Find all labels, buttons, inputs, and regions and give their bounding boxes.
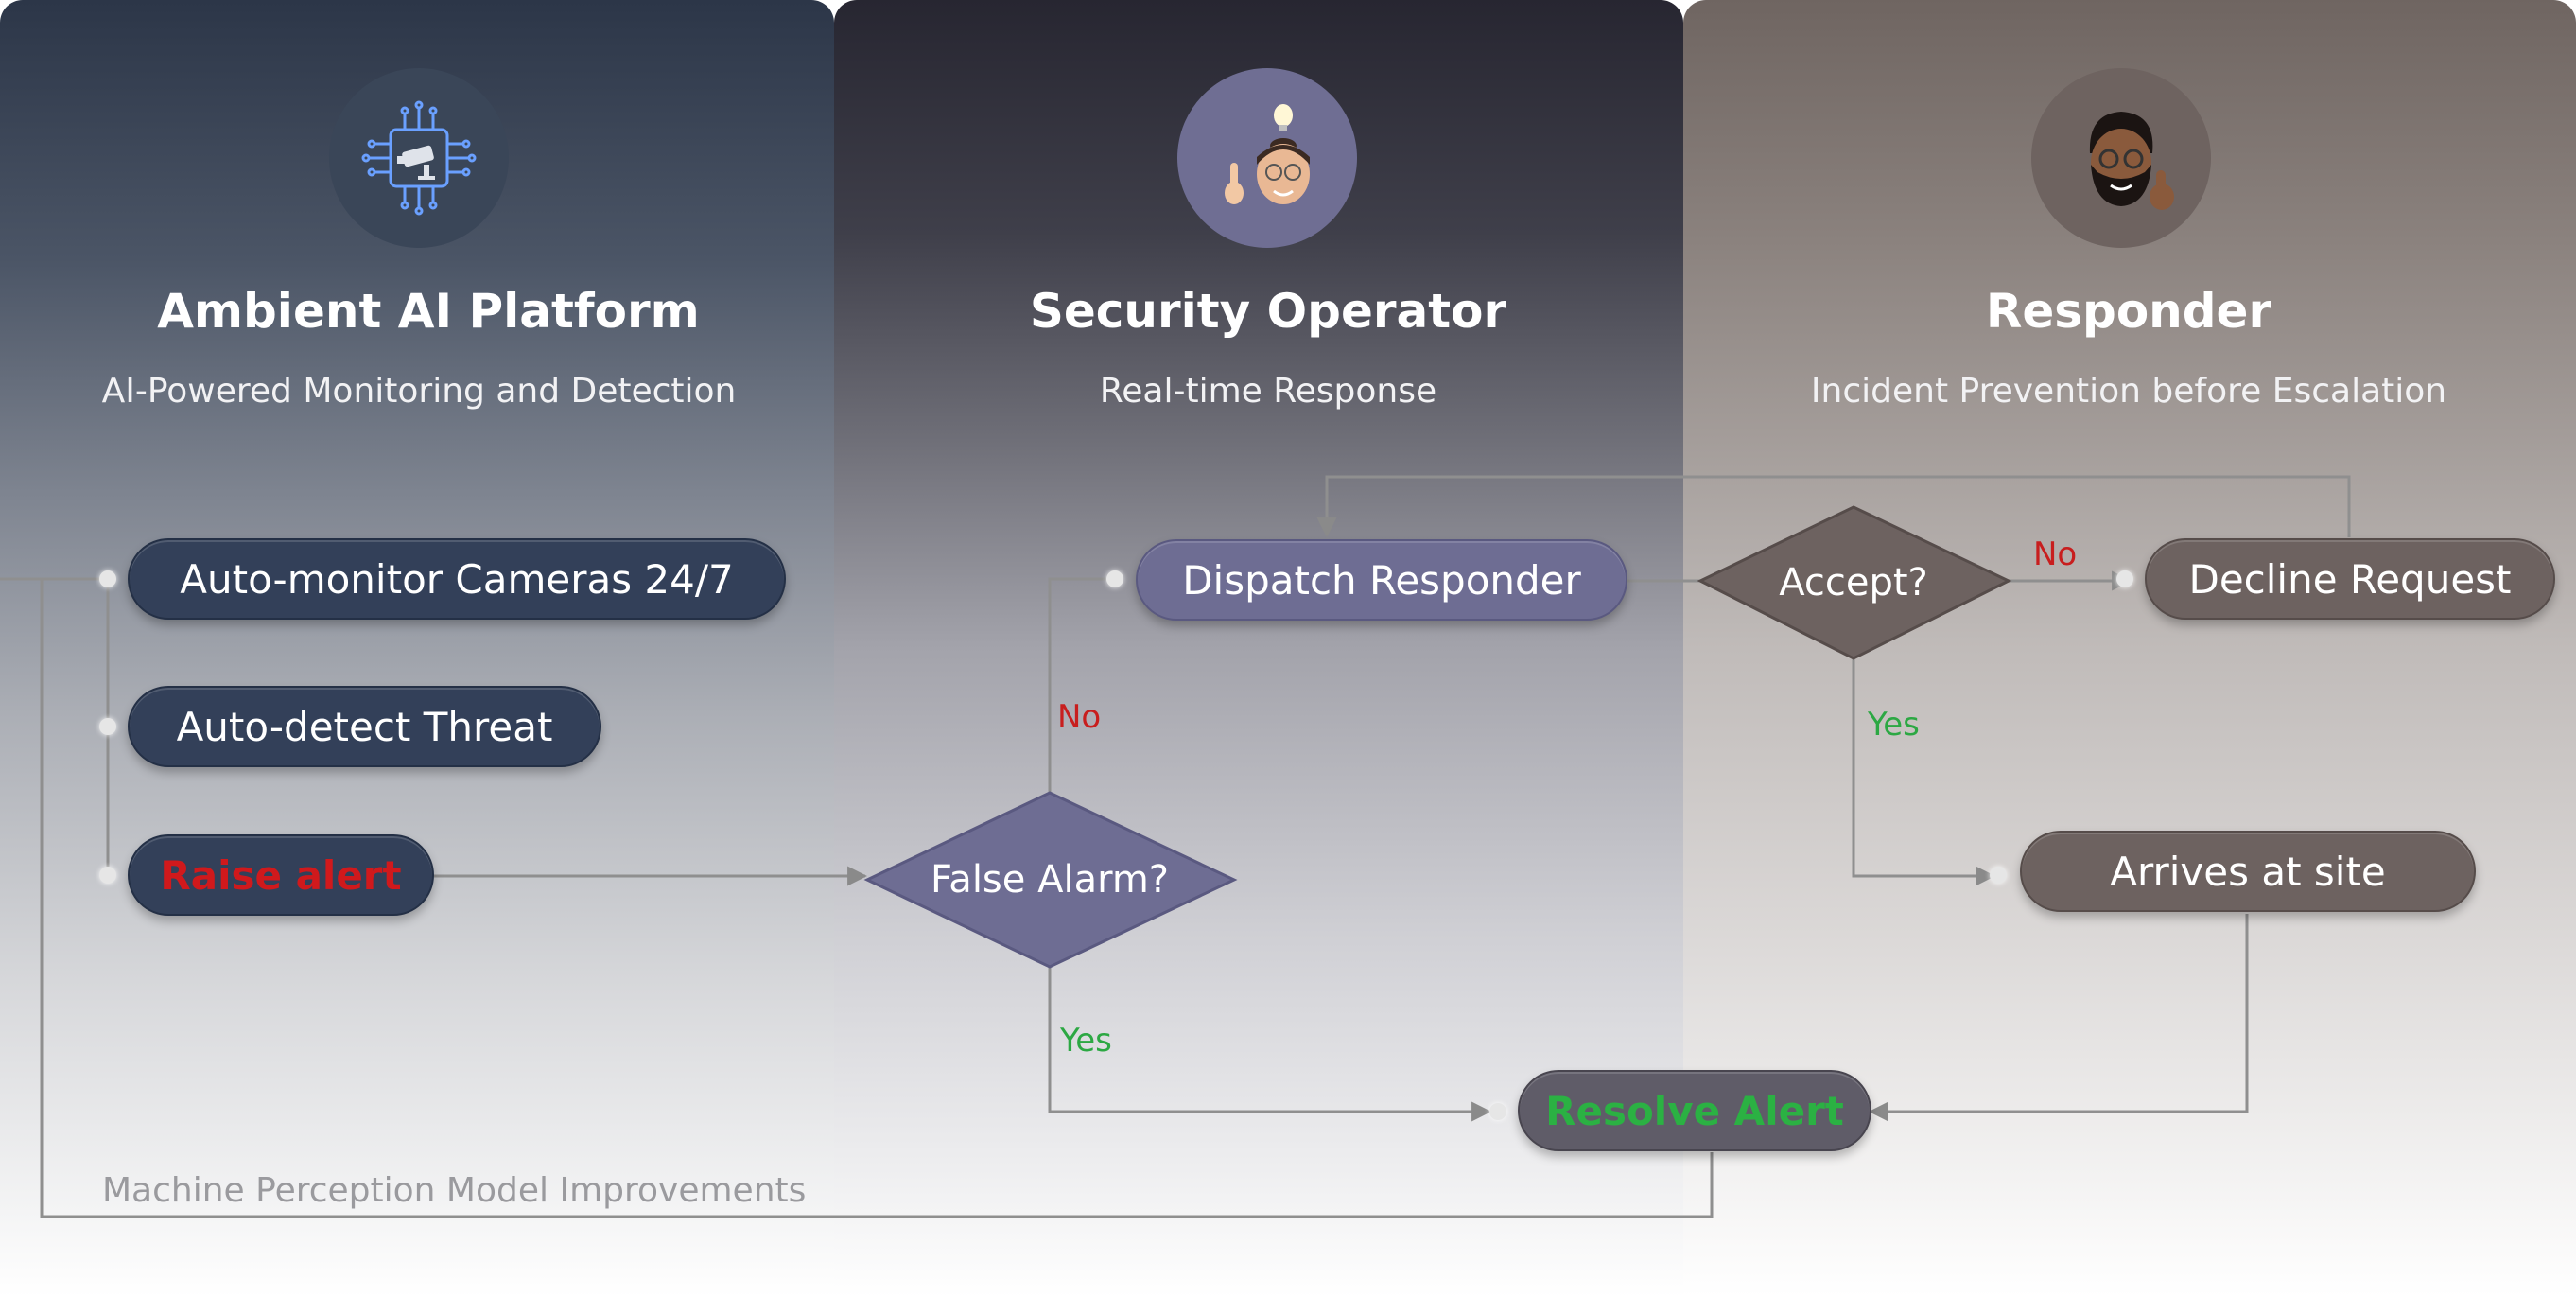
node-decline-request: Decline Request [2145, 538, 2555, 620]
node-auto-detect: Auto-detect Threat [128, 686, 601, 767]
edge-label-no-accept: No [2033, 535, 2078, 573]
edge-label-yes-false-alarm: Yes [1060, 1022, 1112, 1060]
connector-dot [1990, 867, 2007, 884]
feedback-loop-label: Machine Perception Model Improvements [102, 1171, 807, 1210]
connector-dot [99, 867, 116, 884]
node-resolve-alert: Resolve Alert [1518, 1070, 1871, 1151]
node-auto-monitor: Auto-monitor Cameras 24/7 [128, 538, 786, 620]
node-dispatch-responder: Dispatch Responder [1136, 539, 1627, 621]
connector-dot [1489, 1103, 1506, 1120]
connector-dot [2116, 570, 2133, 587]
edge-label-no-false-alarm: No [1057, 698, 1102, 736]
false-alarm-label: False Alarm? [930, 858, 1170, 902]
connector-dot [99, 570, 116, 587]
decision-layer [863, 505, 2012, 969]
connector-dot [99, 718, 116, 735]
connector-dot [1106, 570, 1123, 587]
edge-label-yes-accept: Yes [1868, 706, 1920, 744]
node-arrives-at-site: Arrives at site [2020, 831, 2476, 912]
node-raise-alert: Raise alert [128, 834, 434, 916]
accept-label: Accept? [1779, 561, 1928, 605]
